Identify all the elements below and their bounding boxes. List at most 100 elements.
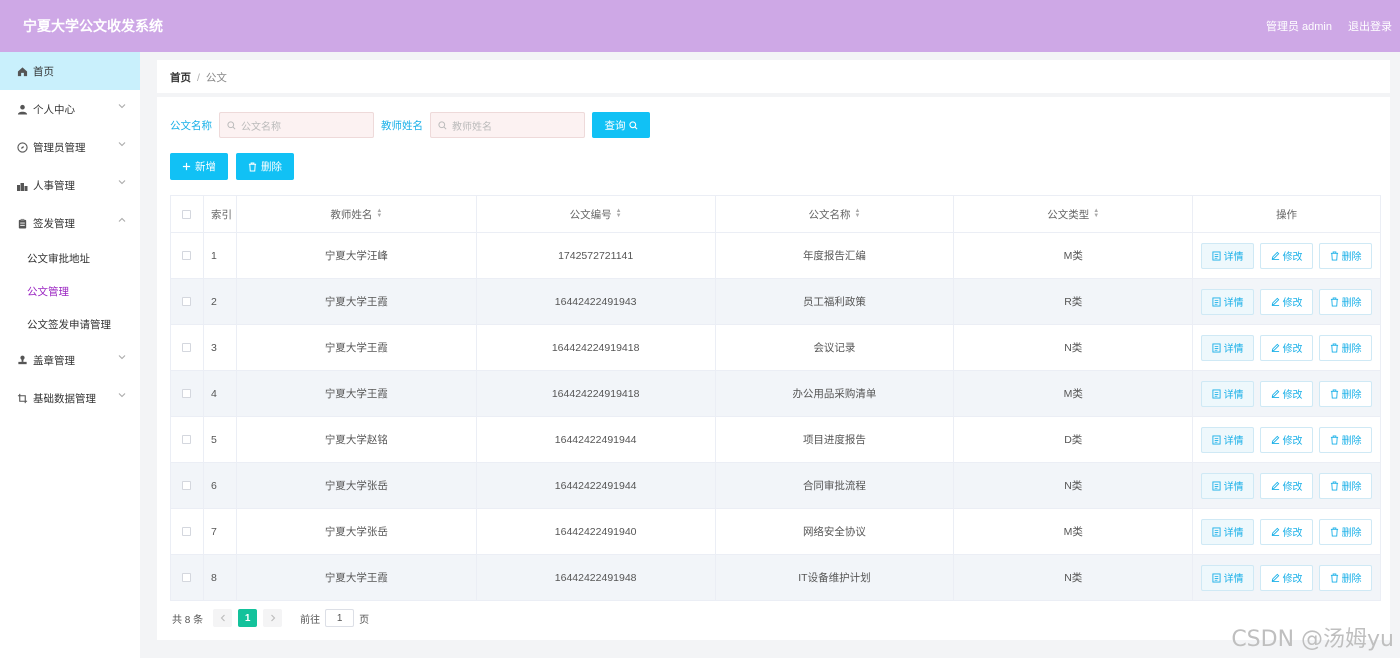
table-row: 1 宁夏大学汪峰 1742572721141 年度报告汇编 M类 详情 修改 删除: [171, 233, 1381, 279]
goto-label: 前往: [300, 614, 321, 626]
cell-index: 1: [203, 233, 237, 279]
sidebar-item-admin[interactable]: 管理员管理: [0, 128, 140, 166]
sidebar-item-label: 个人中心: [33, 103, 75, 116]
detail-button[interactable]: 详情: [1201, 426, 1255, 453]
detail-button[interactable]: 详情: [1201, 288, 1255, 315]
sort-icon[interactable]: ▲ ▼: [616, 208, 622, 219]
chevron-left-icon: [220, 614, 225, 622]
add-button[interactable]: 新增: [170, 153, 228, 180]
row-checkbox[interactable]: [182, 481, 192, 490]
compass-icon: [16, 141, 28, 153]
cell-index: 4: [203, 371, 237, 417]
edit-button[interactable]: 修改: [1260, 288, 1314, 315]
chevron-down-icon: [118, 354, 126, 360]
logout-button[interactable]: 退出登录: [1348, 18, 1392, 34]
cell-doc-no: 164424224919418: [476, 371, 716, 417]
sort-icon[interactable]: ▲ ▼: [376, 208, 382, 219]
sidebar-item-personnel[interactable]: 人事管理: [0, 166, 140, 204]
sidebar-sub-approval-address[interactable]: 公文审批地址: [0, 242, 140, 275]
edit-icon: [1271, 297, 1280, 306]
row-checkbox[interactable]: [182, 573, 192, 582]
sort-icon[interactable]: ▲ ▼: [1093, 208, 1099, 219]
header-doc-name[interactable]: 公文名称 ▲ ▼: [715, 196, 955, 233]
delete-button[interactable]: 删除: [1319, 242, 1373, 269]
edit-button[interactable]: 修改: [1260, 518, 1314, 545]
detail-button[interactable]: 详情: [1201, 518, 1255, 545]
row-checkbox[interactable]: [182, 435, 192, 444]
row-checkbox-cell: [171, 417, 204, 463]
cell-doc-no: 1742572721141: [476, 233, 716, 279]
goto-page-input[interactable]: 1: [325, 609, 355, 627]
cell-doc-name: 年度报告汇编: [715, 233, 955, 279]
edit-icon: [1271, 527, 1280, 536]
header-doc-type[interactable]: 公文类型 ▲ ▼: [954, 196, 1194, 233]
sidebar-item-label: 首页: [33, 65, 54, 78]
cell-doc-name: 合同审批流程: [715, 463, 955, 509]
delete-button[interactable]: 删除: [1319, 334, 1373, 361]
page-number-button[interactable]: 1: [238, 609, 258, 627]
detail-button[interactable]: 详情: [1201, 380, 1255, 407]
sidebar-item-profile[interactable]: 个人中心: [0, 90, 140, 128]
delete-button[interactable]: 删除: [1319, 426, 1373, 453]
sidebar-item-basic-data[interactable]: 基础数据管理: [0, 379, 140, 417]
cell-doc-type: N类: [954, 463, 1194, 509]
teacher-input[interactable]: 教师姓名: [430, 112, 585, 138]
sort-icon[interactable]: ▲ ▼: [854, 208, 860, 219]
trash-icon: [1330, 435, 1339, 445]
page-unit-label: 页: [359, 614, 370, 626]
row-checkbox-cell: [171, 509, 204, 555]
edit-button[interactable]: 修改: [1260, 564, 1314, 591]
sidebar-sub-doc-manage[interactable]: 公文管理: [0, 275, 140, 308]
header-checkbox-cell: [171, 196, 204, 233]
next-page-button[interactable]: [263, 609, 283, 627]
add-label: 新增: [195, 161, 216, 173]
edit-button[interactable]: 修改: [1260, 242, 1314, 269]
row-checkbox[interactable]: [182, 343, 192, 352]
detail-button[interactable]: 详情: [1201, 242, 1255, 269]
select-all-checkbox[interactable]: [182, 209, 192, 219]
batch-delete-button[interactable]: 删除: [236, 153, 294, 180]
trash-icon: [248, 161, 257, 172]
chevron-down-icon: [118, 392, 126, 398]
edit-button[interactable]: 修改: [1260, 426, 1314, 453]
breadcrumb-home[interactable]: 首页: [170, 70, 191, 85]
edit-button[interactable]: 修改: [1260, 334, 1314, 361]
group-icon: [16, 179, 28, 191]
delete-button[interactable]: 删除: [1319, 380, 1373, 407]
cell-ops: 详情 修改 删除: [1193, 417, 1381, 463]
detail-button[interactable]: 详情: [1201, 334, 1255, 361]
header-doc-no[interactable]: 公文编号 ▲ ▼: [476, 196, 716, 233]
sidebar-item-home[interactable]: 首页: [0, 52, 140, 90]
search-icon: [227, 120, 236, 130]
row-checkbox[interactable]: [182, 251, 192, 260]
prev-page-button[interactable]: [213, 609, 233, 627]
edit-button[interactable]: 修改: [1260, 472, 1314, 499]
edit-button[interactable]: 修改: [1260, 380, 1314, 407]
cell-doc-no: 16442422491948: [476, 555, 716, 601]
query-button[interactable]: 查询: [592, 112, 650, 138]
delete-button[interactable]: 删除: [1319, 288, 1373, 315]
delete-button[interactable]: 删除: [1319, 564, 1373, 591]
detail-button[interactable]: 详情: [1201, 564, 1255, 591]
row-checkbox[interactable]: [182, 389, 192, 398]
trash-icon: [1330, 389, 1339, 399]
trash-icon: [1330, 251, 1339, 261]
delete-button[interactable]: 删除: [1319, 518, 1373, 545]
doc-name-placeholder: 公文名称: [241, 121, 281, 133]
search-bar: 公文名称 公文名称 教师姓名 教师姓名 查询: [170, 112, 650, 138]
plus-icon: [182, 162, 191, 171]
detail-button[interactable]: 详情: [1201, 472, 1255, 499]
sidebar-sub-issue-apply[interactable]: 公文签发申请管理: [0, 308, 140, 341]
top-header: 宁夏大学公文收发系统 管理员 admin 退出登录: [0, 0, 1400, 52]
pagination-total: 共 8 条: [172, 614, 204, 626]
row-checkbox[interactable]: [182, 527, 192, 536]
edit-icon: [1271, 481, 1280, 490]
row-checkbox[interactable]: [182, 297, 192, 306]
cell-doc-type: N类: [954, 555, 1194, 601]
header-teacher[interactable]: 教师姓名 ▲ ▼: [236, 196, 477, 233]
delete-button[interactable]: 删除: [1319, 472, 1373, 499]
cell-doc-type: N类: [954, 325, 1194, 371]
sidebar-item-stamp[interactable]: 盖章管理: [0, 341, 140, 379]
doc-name-input[interactable]: 公文名称: [219, 112, 374, 138]
sidebar-item-issue[interactable]: 签发管理: [0, 204, 140, 242]
